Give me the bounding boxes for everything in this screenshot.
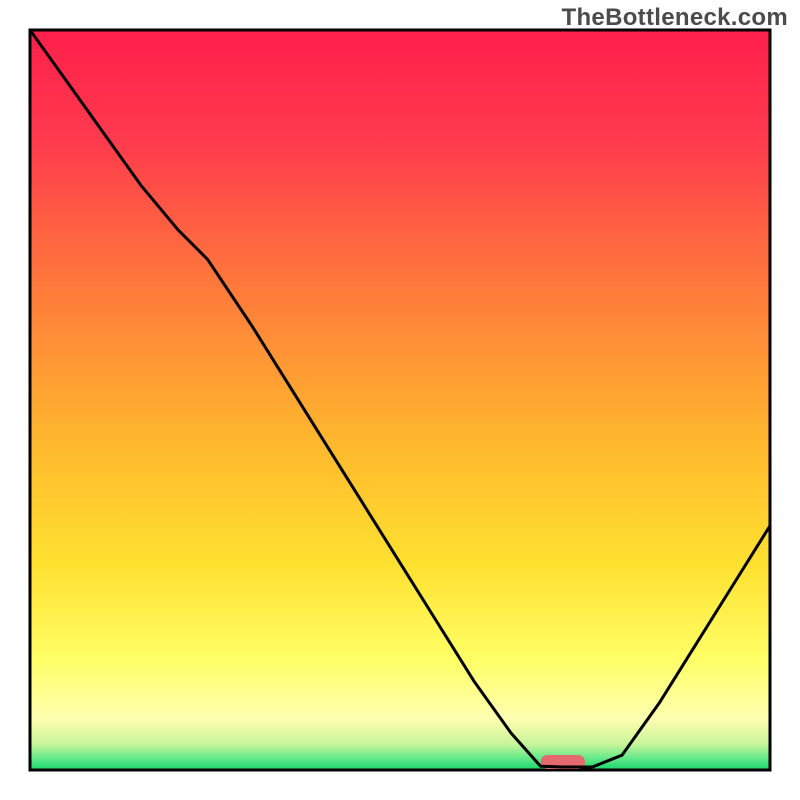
watermark-text: TheBottleneck.com: [562, 4, 788, 32]
plot-background-gradient: [30, 30, 770, 770]
bottleneck-curve-chart: [0, 0, 800, 800]
chart-container: TheBottleneck.com: [0, 0, 800, 800]
